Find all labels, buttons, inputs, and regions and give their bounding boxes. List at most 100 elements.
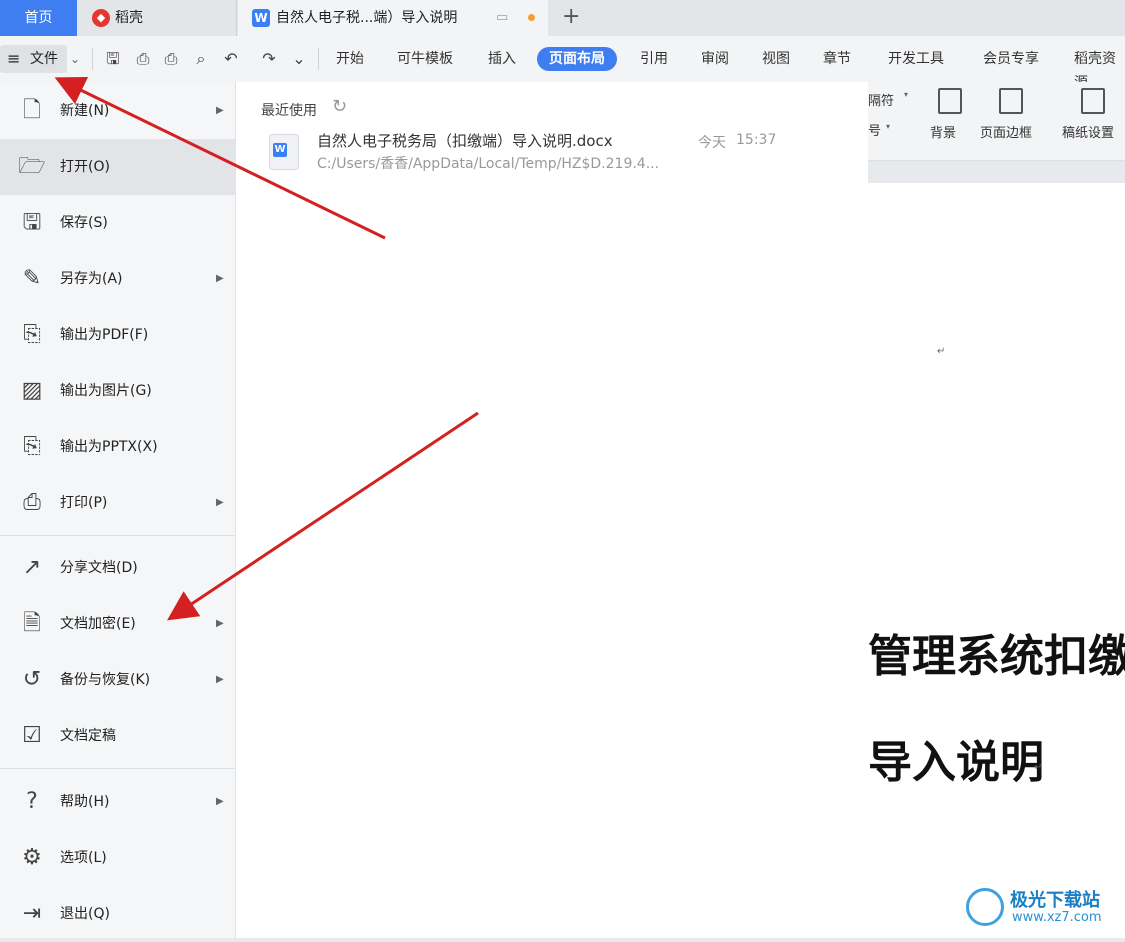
menu-view[interactable]: 视图 (762, 47, 790, 71)
menu-item-new[interactable]: 🗋 新建(N) ▶ (0, 83, 235, 139)
menu-item-label: 文档加密(E) (60, 616, 136, 632)
export-pptx-icon: ⎘ (23, 434, 41, 459)
paragraph-mark: ↵ (937, 346, 946, 357)
number-partial[interactable]: 号 (868, 120, 881, 139)
menu-item-save-as[interactable]: ✎ 另存为(A) ▶ (0, 251, 235, 307)
tab-home[interactable]: 首页 (0, 0, 77, 36)
tab-document[interactable]: W 自然人电子税...端）导入说明 ▭ (238, 0, 548, 36)
menu-item-label: 打印(P) (60, 495, 108, 511)
finalize-icon: ☑ (22, 723, 42, 748)
recent-files-pane: 最近使用 ↻ W 自然人电子税务局（扣缴端）导入说明.docx C:/Users… (236, 82, 868, 938)
export-pdf-quick-icon[interactable]: ⎙ (132, 46, 154, 72)
word-doc-icon: W (252, 9, 270, 27)
watermark-logo-icon (966, 888, 1004, 926)
export-image-icon: ▨ (21, 378, 43, 403)
chevron-right-icon: ▶ (216, 497, 224, 508)
file-menu-button[interactable]: ≡ 文件 (0, 45, 67, 73)
redo-icon[interactable]: ↷ (258, 46, 280, 72)
save-as-icon: ✎ (22, 266, 42, 291)
chevron-right-icon: ▶ (216, 273, 224, 284)
chevron-right-icon: ▶ (216, 618, 224, 629)
share-icon: ↗ (22, 555, 42, 580)
menu-start[interactable]: 开始 (336, 47, 364, 71)
word-file-icon: W (269, 134, 299, 170)
file-menu-panel: 🗋 新建(N) ▶ 🗁 打开(O) 🖫 保存(S) ✎ 另存为(A) ▶ ⎘ 输… (0, 82, 236, 938)
background-icon[interactable] (938, 88, 962, 114)
unsaved-dot-icon (528, 14, 535, 21)
export-pdf-icon: ⎘ (23, 322, 41, 347)
paper-setting-icon[interactable] (1081, 88, 1105, 114)
toolbar-divider (318, 48, 319, 70)
menu-item-label: 输出为PDF(F) (60, 327, 149, 343)
chevron-right-icon: ▶ (216, 674, 224, 685)
customize-toolbar-icon[interactable]: ⌄ (288, 46, 310, 72)
menu-item-label: 打开(O) (60, 159, 110, 175)
tab-daoke[interactable]: ◆ 稻壳 (77, 0, 237, 36)
background-button[interactable]: 背景 (930, 122, 956, 141)
menu-item-label: 文档定稿 (60, 728, 116, 744)
page-border-icon[interactable] (999, 88, 1023, 114)
new-tab-button[interactable]: + (562, 0, 580, 34)
encrypt-icon: 🗎 (23, 611, 41, 636)
menu-item-options[interactable]: ⚙ 选项(L) (0, 830, 235, 886)
print-icon: ⎙ (23, 490, 41, 515)
save-icon: 🖫 (22, 210, 42, 235)
menu-daoke-resources[interactable]: 稻壳资源 (1074, 47, 1125, 91)
chevron-down-icon: ▾ (904, 90, 909, 99)
menu-item-encrypt[interactable]: 🗎 文档加密(E) ▶ (0, 596, 235, 652)
menu-item-label: 新建(N) (60, 103, 110, 119)
recent-title: 最近使用 (261, 103, 317, 119)
menu-review[interactable]: 审阅 (701, 47, 729, 71)
menu-item-share[interactable]: ↗ 分享文档(D) (0, 540, 235, 596)
menu-item-open[interactable]: 🗁 打开(O) (0, 139, 235, 195)
monitor-icon[interactable]: ▭ (496, 0, 508, 36)
document-page[interactable] (868, 183, 1125, 938)
menu-item-exit[interactable]: ⇥ 退出(Q) (0, 886, 235, 942)
exit-icon: ⇥ (22, 901, 42, 926)
menu-insert[interactable]: 插入 (488, 47, 516, 71)
tab-bar: 首页 ◆ 稻壳 W 自然人电子税...端）导入说明 ▭ + (0, 0, 1125, 36)
menu-reference[interactable]: 引用 (640, 47, 668, 71)
menu-item-label: 保存(S) (60, 215, 108, 231)
tab-daoke-label: 稻壳 (115, 10, 143, 26)
menu-item-label: 选项(L) (60, 850, 107, 866)
folder-open-icon: 🗁 (18, 154, 46, 179)
menu-item-export-pptx[interactable]: ⎘ 输出为PPTX(X) (0, 419, 235, 475)
menu-page-layout[interactable]: 页面布局 (537, 47, 617, 71)
paper-setting-button[interactable]: 稿纸设置 (1062, 122, 1114, 141)
menu-item-label: 输出为图片(G) (60, 383, 152, 399)
undo-icon[interactable]: ↶ (220, 46, 242, 72)
recent-file-day: 今天 (698, 135, 726, 151)
print-quick-icon[interactable]: ⎙ (160, 46, 182, 72)
new-doc-icon: 🗋 (23, 98, 41, 123)
menu-member[interactable]: 会员专享 (983, 47, 1039, 71)
menu-item-save[interactable]: 🖫 保存(S) (0, 195, 235, 251)
page-border-button[interactable]: 页面边框 (980, 122, 1032, 141)
menu-item-help[interactable]: ? 帮助(H) ▶ (0, 774, 235, 830)
tab-document-label: 自然人电子税...端）导入说明 (276, 10, 458, 26)
watermark-url: www.xz7.com (1012, 910, 1102, 925)
document-heading-1: 管理系统扣缴 (868, 631, 1125, 682)
menu-item-label: 分享文档(D) (60, 560, 138, 576)
menu-item-print[interactable]: ⎙ 打印(P) ▶ (0, 475, 235, 531)
menu-item-export-pdf[interactable]: ⎘ 输出为PDF(F) (0, 307, 235, 363)
tab-home-label: 首页 (24, 10, 53, 26)
menu-template[interactable]: 可牛模板 (397, 47, 453, 71)
document-heading-2: 导入说明 (868, 737, 1044, 788)
menu-item-finalize[interactable]: ☑ 文档定稿 (0, 708, 235, 764)
toolbar-divider (92, 48, 93, 70)
chevron-down-icon[interactable]: ⌄ (70, 44, 80, 74)
menu-item-export-image[interactable]: ▨ 输出为图片(G) (0, 363, 235, 419)
chevron-right-icon: ▶ (216, 796, 224, 807)
menu-item-label: 退出(Q) (60, 906, 110, 922)
separator-partial[interactable]: 隔符 (868, 90, 894, 109)
save-quick-icon[interactable]: 🖫 (102, 46, 124, 72)
recent-file-time: 15:37 (736, 132, 777, 148)
menu-item-backup[interactable]: ↺ 备份与恢复(K) ▶ (0, 652, 235, 708)
recent-file-name: 自然人电子税务局（扣缴端）导入说明.docx (317, 132, 613, 150)
menu-item-label: 备份与恢复(K) (60, 672, 151, 688)
refresh-icon[interactable]: ↻ (332, 96, 347, 117)
menu-developer[interactable]: 开发工具 (888, 47, 944, 71)
menu-section[interactable]: 章节 (823, 47, 851, 71)
print-preview-icon[interactable]: ⌕ (190, 46, 212, 72)
